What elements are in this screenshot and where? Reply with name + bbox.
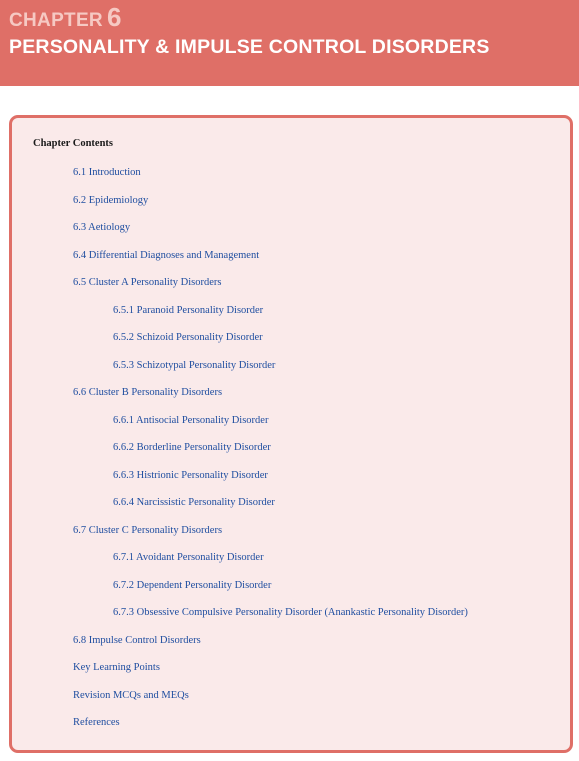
toc-link[interactable]: 6.5 Cluster A Personality Disorders — [73, 277, 221, 288]
toc-item: 6.1 Introduction — [12, 163, 570, 191]
toc-link[interactable]: 6.5.1 Paranoid Personality Disorder — [113, 305, 263, 316]
toc-link[interactable]: 6.7.2 Dependent Personality Disorder — [113, 580, 271, 591]
chapter-title: PERSONALITY & IMPULSE CONTROL DISORDERS — [9, 36, 490, 58]
toc-item: 6.5.2 Schizoid Personality Disorder — [12, 328, 570, 356]
toc-link[interactable]: 6.7 Cluster C Personality Disorders — [73, 525, 222, 536]
toc-item: 6.6.2 Borderline Personality Disorder — [12, 438, 570, 466]
toc-link[interactable]: References — [73, 717, 120, 728]
toc-item: 6.2 Epidemiology — [12, 191, 570, 219]
toc-item: 6.6.1 Antisocial Personality Disorder — [12, 411, 570, 439]
toc-link[interactable]: 6.6.1 Antisocial Personality Disorder — [113, 415, 268, 426]
toc-item: 6.5.3 Schizotypal Personality Disorder — [12, 356, 570, 384]
toc-item: References — [12, 713, 570, 741]
toc-link[interactable]: 6.5.2 Schizoid Personality Disorder — [113, 332, 263, 343]
toc-link[interactable]: 6.3 Aetiology — [73, 222, 130, 233]
toc-item: 6.5 Cluster A Personality Disorders — [12, 273, 570, 301]
toc-link[interactable]: 6.6 Cluster B Personality Disorders — [73, 387, 222, 398]
chapter-label: CHAPTER 6 — [9, 2, 579, 32]
chapter-number: 6 — [106, 2, 122, 32]
toc-item: 6.7.2 Dependent Personality Disorder — [12, 576, 570, 604]
toc-item: 6.7 Cluster C Personality Disorders — [12, 521, 570, 549]
toc-link[interactable]: Key Learning Points — [73, 662, 160, 673]
chapter-header: CHAPTER 6 PERSONALITY & IMPULSE CONTROL D… — [0, 0, 579, 86]
toc-item: Revision MCQs and MEQs — [12, 686, 570, 714]
toc-link[interactable]: 6.6.4 Narcissistic Personality Disorder — [113, 497, 275, 508]
toc-item: 6.6.3 Histrionic Personality Disorder — [12, 466, 570, 494]
toc-item: 6.6 Cluster B Personality Disorders — [12, 383, 570, 411]
toc-list: 6.1 Introduction 6.2 Epidemiology 6.3 Aeti… — [12, 163, 570, 741]
toc-link[interactable]: 6.6.3 Histrionic Personality Disorder — [113, 470, 268, 481]
toc-item: 6.7.1 Avoidant Personality Disorder — [12, 548, 570, 576]
toc-item: 6.3 Aetiology — [12, 218, 570, 246]
toc-link[interactable]: 6.6.2 Borderline Personality Disorder — [113, 442, 271, 453]
toc-item: 6.8 Impulse Control Disorders — [12, 631, 570, 659]
toc-item: 6.6.4 Narcissistic Personality Disorder — [12, 493, 570, 521]
toc-item: Key Learning Points — [12, 658, 570, 686]
toc-link[interactable]: 6.4 Differential Diagnoses and Managemen… — [73, 250, 259, 261]
toc-link[interactable]: 6.2 Epidemiology — [73, 195, 148, 206]
toc-item: 6.4 Differential Diagnoses and Managemen… — [12, 246, 570, 274]
toc-link[interactable]: 6.7.1 Avoidant Personality Disorder — [113, 552, 264, 563]
chapter-contents-box: Chapter Contents 6.1 Introduction 6.2 Epi… — [9, 115, 573, 753]
toc-link[interactable]: 6.5.3 Schizotypal Personality Disorder — [113, 360, 275, 371]
contents-heading: Chapter Contents — [33, 138, 114, 149]
chapter-word: CHAPTER — [9, 10, 103, 31]
toc-item: 6.5.1 Paranoid Personality Disorder — [12, 301, 570, 329]
toc-link[interactable]: Revision MCQs and MEQs — [73, 690, 189, 701]
toc-link[interactable]: 6.1 Introduction — [73, 167, 141, 178]
toc-item: 6.7.3 Obsessive Compulsive Personality D… — [12, 603, 570, 631]
toc-link[interactable]: 6.8 Impulse Control Disorders — [73, 635, 201, 646]
toc-link[interactable]: 6.7.3 Obsessive Compulsive Personality D… — [113, 607, 468, 618]
